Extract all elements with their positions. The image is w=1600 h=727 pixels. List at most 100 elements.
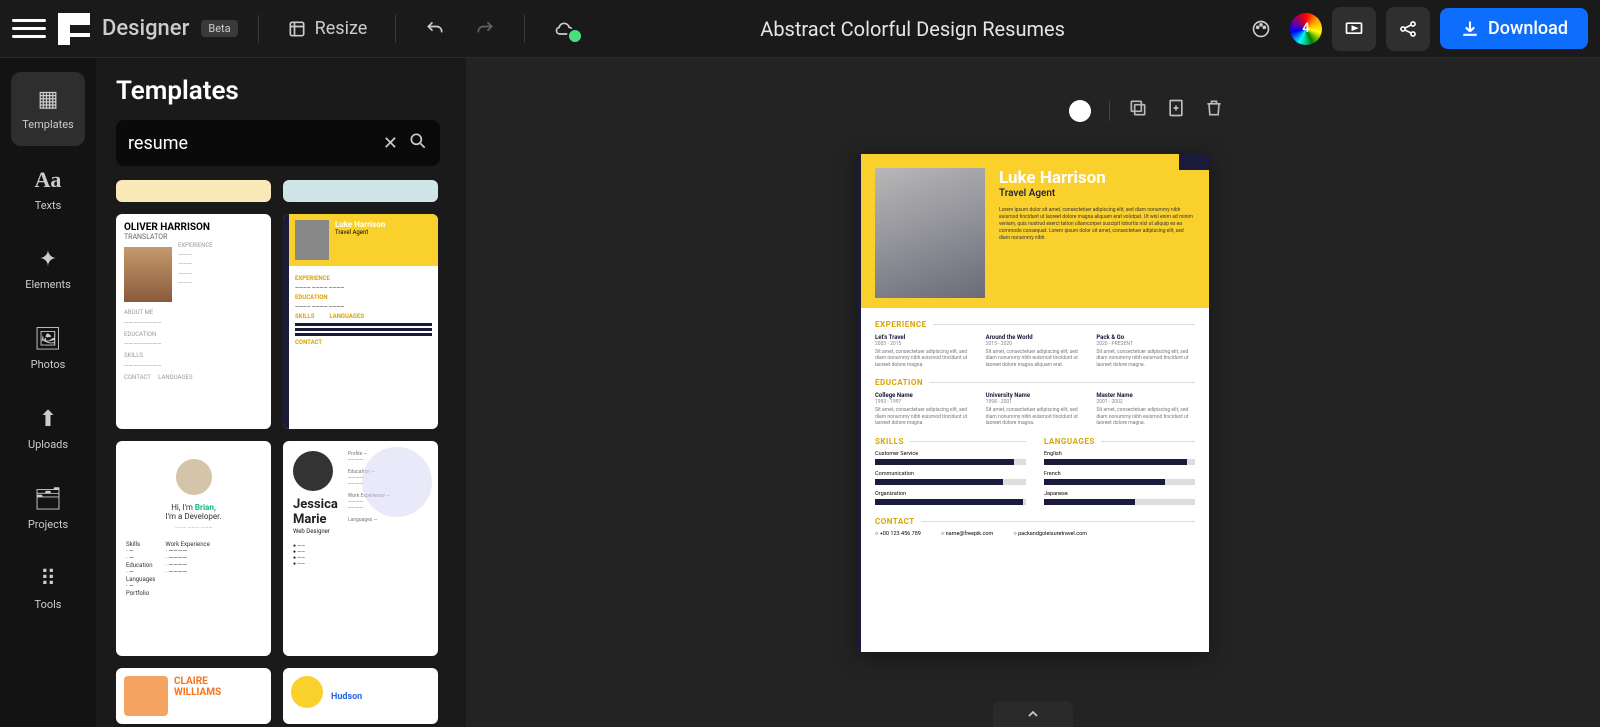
languages-list: English French Japanese (1044, 451, 1195, 505)
contact-web[interactable]: packandgoleisuretravel.com (1013, 531, 1087, 537)
photos-icon: 🖼 (34, 327, 62, 352)
download-label: Download (1488, 18, 1568, 39)
resize-button[interactable]: Resize (279, 18, 376, 39)
rail-texts[interactable]: AaTexts (11, 152, 85, 226)
menu-icon[interactable] (12, 12, 46, 46)
share-button[interactable] (1386, 7, 1430, 51)
rail-label: Uploads (28, 438, 68, 451)
search-button[interactable] (408, 131, 428, 156)
rail-tools[interactable]: ⠿Tools (11, 552, 85, 626)
elements-icon: ✦ (39, 247, 57, 272)
rail-templates[interactable]: ▦Templates (11, 72, 85, 146)
section-languages[interactable]: LANGUAGES (1044, 437, 1195, 446)
resize-icon (287, 19, 307, 39)
skill-item[interactable]: Japanese (1044, 491, 1195, 505)
thumb-name: OLIVER HARRISON (124, 222, 263, 233)
download-icon (1460, 19, 1480, 39)
resize-label: Resize (315, 18, 368, 39)
thumb-last: Marie (293, 512, 327, 527)
template-card-brian[interactable]: Hi, I'm Brian,I'm a Developer. ——— ——— —… (116, 441, 271, 656)
share-icon (1398, 19, 1418, 39)
thumb-photo (295, 220, 329, 260)
thumb-role: TRANSLATOR (124, 233, 263, 241)
undo-button[interactable] (416, 10, 454, 48)
canvas-area[interactable]: Luke Harrison Travel Agent Lorem ipsum d… (466, 58, 1600, 727)
resume-entry[interactable]: Let's Travel2003 - 2015Sit amet, consect… (875, 334, 974, 369)
document-title[interactable]: Abstract Colorful Design Resumes (591, 17, 1234, 41)
page-color-swatch[interactable] (1069, 100, 1091, 122)
template-card[interactable] (283, 180, 438, 202)
present-button[interactable] (1332, 7, 1376, 51)
skill-item[interactable]: English (1044, 451, 1195, 465)
resume-role[interactable]: Travel Agent (999, 188, 1195, 199)
section-education[interactable]: EDUCATION (875, 378, 1195, 387)
contact-phone[interactable]: +00 123 456 789 (875, 531, 921, 537)
duplicate-page-button[interactable] (1128, 98, 1148, 123)
page-context-bar (1069, 98, 1224, 123)
template-card-jessica[interactable]: JessicaMarie Web Designer ● ——● ——● ——● … (283, 441, 438, 656)
skill-item[interactable]: French (1044, 471, 1195, 485)
resume-entry[interactable]: Pack & Go2020 - PRESENTSit amet, consect… (1096, 334, 1195, 369)
skill-item[interactable]: Organization (875, 491, 1026, 505)
rail-label: Projects (28, 518, 68, 531)
rail-label: Templates (22, 118, 73, 131)
resume-photo[interactable] (875, 168, 985, 298)
page-navigator-toggle[interactable] (993, 701, 1073, 727)
app-logo[interactable] (58, 13, 90, 45)
tools-icon: ⠿ (40, 567, 56, 592)
template-card[interactable] (116, 180, 271, 202)
section-experience[interactable]: EXPERIENCE (875, 320, 1195, 329)
section-contact[interactable]: CONTACT (875, 517, 1195, 526)
template-card-luke[interactable]: Luke HarrisonTravel Agent EXPERIENCE————… (283, 214, 438, 429)
thumb-first: John (331, 682, 351, 692)
section-skills[interactable]: SKILLS (875, 437, 1026, 446)
contact-row: +00 123 456 789 name@freepik.com packand… (875, 531, 1195, 537)
sync-status[interactable] (545, 10, 583, 48)
resume-entry[interactable]: Around the World2015 - 2020Sit amet, con… (986, 334, 1085, 369)
redo-button[interactable] (466, 10, 504, 48)
canvas-page[interactable]: Luke Harrison Travel Agent Lorem ipsum d… (857, 154, 1209, 652)
thumb-photo (124, 676, 168, 716)
skill-item[interactable]: Communication (875, 471, 1026, 485)
add-page-icon (1166, 98, 1186, 118)
resume-intro[interactable]: Lorem ipsum dolor sit amet, consectetuer… (999, 207, 1195, 242)
rail-uploads[interactable]: ⬆ Uploads (11, 392, 85, 466)
topbar-left: Designer Beta Resize (12, 10, 583, 48)
resume-name[interactable]: Luke Harrison (999, 168, 1195, 188)
rail-projects[interactable]: 🗂Projects (11, 472, 85, 546)
redo-icon (475, 19, 495, 39)
resume-entry[interactable]: College Name1993 - 1997Sit amet, consect… (875, 392, 974, 427)
thumb-role: Web Designer (293, 528, 338, 535)
texts-icon: Aa (35, 167, 62, 193)
thumb-avatar (291, 676, 323, 708)
template-card-oliver[interactable]: OLIVER HARRISON TRANSLATOR EXPERIENCE———… (116, 214, 271, 429)
credit-ring[interactable]: 4 (1290, 13, 1322, 45)
palette-icon (1251, 19, 1271, 39)
experience-cols: Let's Travel2003 - 2015Sit amet, consect… (875, 334, 1195, 369)
app-brand: Designer (102, 16, 189, 41)
education-cols: College Name1993 - 1997Sit amet, consect… (875, 392, 1195, 427)
uploads-icon: ⬆ (39, 407, 57, 432)
rail-elements[interactable]: ✦ Elements (11, 232, 85, 306)
resume-entry[interactable]: University Name1998 - 2001Sit amet, cons… (986, 392, 1085, 427)
contact-email[interactable]: name@freepik.com (941, 531, 993, 537)
thumb-first: Jessica (293, 497, 338, 512)
download-button[interactable]: Download (1440, 8, 1588, 49)
template-card-john[interactable]: JohnHudson (283, 668, 438, 724)
main-area: ▦Templates AaTexts ✦ Elements 🖼 Photos ⬆ Up… (0, 58, 1600, 727)
rail-label: Elements (25, 278, 71, 291)
divider (395, 15, 396, 43)
rail-photos[interactable]: 🖼 Photos (11, 312, 85, 386)
delete-page-button[interactable] (1204, 98, 1224, 123)
add-page-button[interactable] (1166, 98, 1186, 123)
sidebar-title: Templates (116, 76, 440, 106)
chevron-up-icon (1025, 706, 1041, 722)
template-grid[interactable]: OLIVER HARRISON TRANSLATOR EXPERIENCE———… (116, 176, 440, 727)
clear-search-button[interactable]: ✕ (383, 133, 398, 154)
skill-item[interactable]: Customer Service (875, 451, 1026, 465)
template-card-claire[interactable]: CLAIREWILLIAMS (116, 668, 271, 724)
resume-entry[interactable]: Master Name2001 - 2002Sit amet, consecte… (1096, 392, 1195, 427)
search-input[interactable] (128, 133, 373, 154)
rail-label: Photos (31, 358, 66, 371)
theme-button[interactable] (1242, 10, 1280, 48)
